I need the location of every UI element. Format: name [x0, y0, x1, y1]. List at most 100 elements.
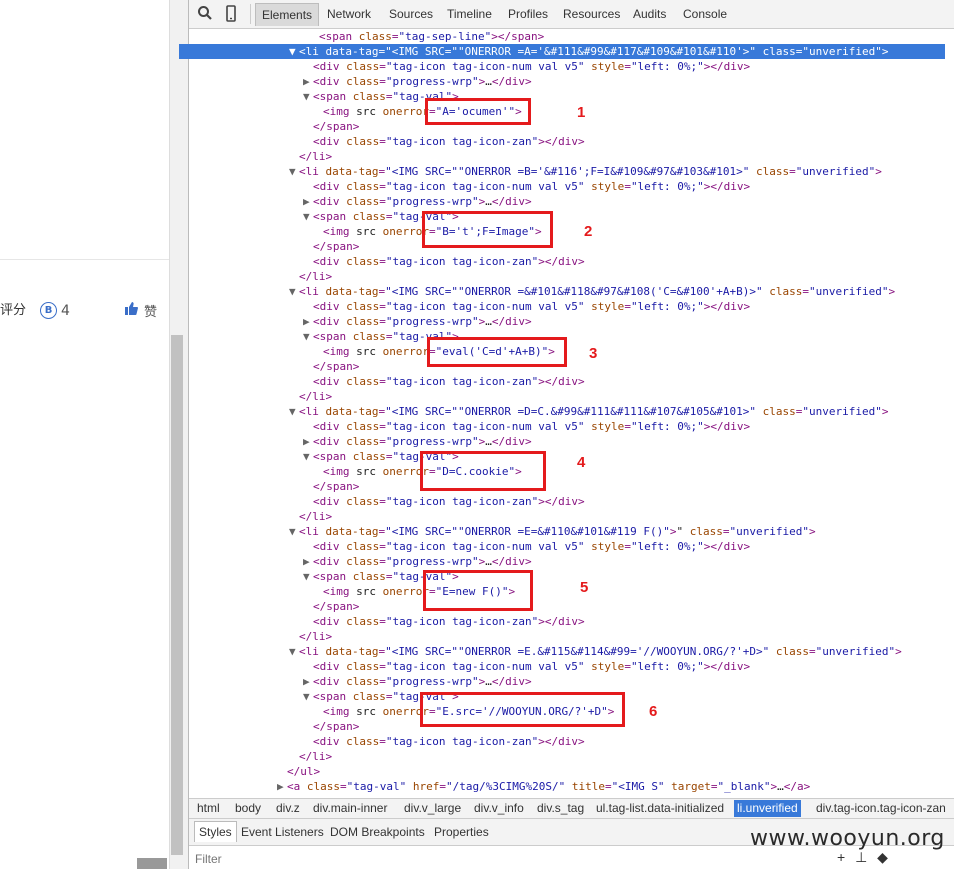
dom-node-line[interactable]: ▶</li>	[179, 389, 945, 404]
dom-node-line[interactable]: ▶</li>	[179, 509, 945, 524]
dom-node-line[interactable]: ▼ <li data-tag="<IMG SRC=""ONERROR =E.&#1…	[179, 644, 945, 659]
expand-toggle-icon[interactable]: ▼	[303, 449, 313, 464]
tab-console[interactable]: Console	[683, 7, 727, 21]
dom-node-line[interactable]: ▼ <li data-tag="<IMG SRC=""ONERROR =E=&#1…	[179, 524, 945, 539]
expand-toggle-icon[interactable]: ▼	[289, 524, 299, 539]
tab-timeline[interactable]: Timeline	[447, 7, 492, 21]
collapse-toggle-icon[interactable]: ▶	[303, 674, 313, 689]
diamond-icon[interactable]: ◆	[877, 849, 888, 865]
dom-node-line[interactable]: ▼ <span class="tag-val">	[179, 209, 945, 224]
expand-toggle-icon[interactable]: ▼	[303, 89, 313, 104]
dom-node-line[interactable]: ▶<img src onerror="D=C.cookie">	[179, 464, 945, 479]
expand-toggle-icon[interactable]: ▼	[289, 164, 299, 179]
dom-node-line[interactable]: ▶<div class="tag-icon tag-icon-zan"></di…	[179, 254, 945, 269]
dom-node-line[interactable]: ▶ <div class="progress-wrp">…</div>	[179, 74, 945, 89]
dom-node-line[interactable]: ▶<img src onerror="B='t';F=Image">	[179, 224, 945, 239]
dom-node-line[interactable]: ▼ <li data-tag="<IMG SRC=""ONERROR =A='&#…	[179, 44, 945, 59]
dom-node-line[interactable]: ▶</li>	[179, 629, 945, 644]
collapse-toggle-icon[interactable]: ▶	[277, 779, 287, 794]
collapse-toggle-icon[interactable]: ▶	[303, 554, 313, 569]
dom-node-line[interactable]: ▶<div class="tag-icon tag-icon-zan"></di…	[179, 734, 945, 749]
dom-node-line[interactable]: ▶<div class="tag-icon tag-icon-num val v…	[179, 59, 945, 74]
thumbs-up-icon[interactable]	[124, 302, 138, 319]
dom-node-line[interactable]: ▶</span>	[179, 119, 945, 134]
breadcrumb-main-inner[interactable]: div.main-inner	[313, 801, 387, 815]
breadcrumb-s-tag[interactable]: div.s_tag	[537, 801, 584, 815]
dom-node-line[interactable]: ▼ <span class="tag-val">	[179, 569, 945, 584]
dom-node-line[interactable]: ▼ <span class="tag-val">	[179, 89, 945, 104]
filter-input[interactable]	[193, 851, 497, 867]
pin-icon[interactable]: ⊥	[855, 849, 867, 865]
dom-node-line[interactable]: ▶<div class="tag-icon tag-icon-zan"></di…	[179, 134, 945, 149]
dom-node-line[interactable]: ▶<div class="tag-icon tag-icon-num val v…	[179, 539, 945, 554]
dom-node-line[interactable]: ▶<div class="tag-icon tag-icon-zan"></di…	[179, 494, 945, 509]
dom-node-line[interactable]: ▶</span>	[179, 479, 945, 494]
dom-node-line[interactable]: ▼ <li data-tag="<IMG SRC=""ONERROR =B='&#…	[179, 164, 945, 179]
dom-node-line[interactable]: ▶ <div class="progress-wrp">…</div>	[179, 554, 945, 569]
expand-toggle-icon[interactable]: ▼	[303, 689, 313, 704]
dom-node-line[interactable]: ▶<div class="tag-icon tag-icon-num val v…	[179, 659, 945, 674]
expand-toggle-icon[interactable]: ▼	[289, 404, 299, 419]
dom-node-line[interactable]: ▼ <span class="tag-val">	[179, 449, 945, 464]
breadcrumb-tag-list[interactable]: ul.tag-list.data-initialized	[596, 801, 724, 815]
tab-audits[interactable]: Audits	[633, 7, 666, 21]
dom-tree[interactable]: ▶<span class="tag-sep-line"></span>▼<li …	[179, 28, 954, 798]
device-mode-icon[interactable]	[223, 5, 241, 23]
dom-node-line[interactable]: ▶ <div class="progress-wrp">…</div>	[179, 194, 945, 209]
tab-resources[interactable]: Resources	[563, 7, 620, 21]
expand-toggle-icon[interactable]: ▼	[303, 209, 313, 224]
collapse-toggle-icon[interactable]: ▶	[303, 74, 313, 89]
dom-node-line[interactable]: ▶ <div class="progress-wrp">…</div>	[179, 434, 945, 449]
tab-styles[interactable]: Styles	[194, 821, 237, 842]
collapse-toggle-icon[interactable]: ▶	[303, 194, 313, 209]
dom-node-line[interactable]: ▶<div class="tag-icon tag-icon-zan"></di…	[179, 614, 945, 629]
tab-sources[interactable]: Sources	[389, 7, 433, 21]
breadcrumb-li-unverified[interactable]: li.unverified	[734, 800, 801, 817]
tab-properties[interactable]: Properties	[434, 825, 489, 839]
tab-profiles[interactable]: Profiles	[508, 7, 548, 21]
breadcrumb-div-z[interactable]: div.z	[276, 801, 300, 815]
dom-node-line[interactable]: ▶</span>	[179, 239, 945, 254]
tab-network[interactable]: Network	[327, 7, 371, 21]
dom-node-line[interactable]: ▶<div class="tag-icon tag-icon-num val v…	[179, 179, 945, 194]
dom-node-line[interactable]: ▼ <li data-tag="<IMG SRC=""ONERROR =D=C.&…	[179, 404, 945, 419]
dom-node-line[interactable]: ▶<img src onerror="A='ocumen'">	[179, 104, 945, 119]
breadcrumb-v-large[interactable]: div.v_large	[404, 801, 461, 815]
expand-toggle-icon[interactable]: ▼	[289, 284, 299, 299]
add-rule-icon[interactable]: +	[837, 849, 845, 865]
expand-toggle-icon[interactable]: ▼	[289, 44, 299, 59]
breadcrumb-body[interactable]: body	[235, 801, 261, 815]
annotation-number: 2	[584, 223, 593, 240]
breadcrumb-html[interactable]: html	[197, 801, 220, 815]
dom-node-line[interactable]: ▶<div class="tag-icon tag-icon-num val v…	[179, 419, 945, 434]
dom-node-line[interactable]: ▶</li>	[179, 149, 945, 164]
dom-node-line[interactable]: ▶</li>	[179, 269, 945, 284]
breadcrumb-v-info[interactable]: div.v_info	[474, 801, 524, 815]
dom-node-line[interactable]: ▼ <li data-tag="<IMG SRC=""ONERROR =&#101…	[179, 284, 945, 299]
dom-node-line[interactable]: ▶<div class="tag-icon tag-icon-num val v…	[179, 299, 945, 314]
dom-node-line[interactable]: ▶</li>	[179, 749, 945, 764]
dom-node-line[interactable]: ▶ <div class="progress-wrp">…</div>	[179, 314, 945, 329]
content-divider	[0, 259, 169, 260]
expand-toggle-icon[interactable]: ▼	[289, 644, 299, 659]
annotation-number: 4	[577, 454, 586, 471]
dom-node-line[interactable]: ▶<div class="tag-icon tag-icon-zan"></di…	[179, 374, 945, 389]
dom-node-text: <li data-tag="<IMG SRC=""ONERROR =A='&#1…	[299, 45, 889, 58]
dom-node-line[interactable]: ▶ <div class="progress-wrp">…</div>	[179, 674, 945, 689]
collapse-toggle-icon[interactable]: ▶	[303, 314, 313, 329]
dom-node-text: <li data-tag="<IMG SRC=""ONERROR =&#101&…	[299, 285, 896, 298]
tab-dom-breakpoints[interactable]: DOM Breakpoints	[330, 825, 425, 839]
dom-node-line[interactable]: ▶</ul>	[179, 764, 945, 779]
dom-node-line[interactable]: ▶<img src onerror="E=new F()">	[179, 584, 945, 599]
tab-event-listeners[interactable]: Event Listeners	[241, 825, 324, 839]
collapse-toggle-icon[interactable]: ▶	[303, 434, 313, 449]
dom-node-line[interactable]: ▶</span>	[179, 599, 945, 614]
search-icon[interactable]	[197, 5, 215, 23]
like-label[interactable]: 赞	[144, 305, 157, 320]
expand-toggle-icon[interactable]: ▼	[303, 329, 313, 344]
expand-toggle-icon[interactable]: ▼	[303, 569, 313, 584]
tab-elements[interactable]: Elements	[255, 3, 320, 26]
dom-node-line[interactable]: ▶<span class="tag-sep-line"></span>	[179, 29, 945, 44]
dom-node-line[interactable]: ▶ <a class="tag-val" href="/tag/%3CIMG%20…	[179, 779, 945, 794]
breadcrumb-tag-icon-zan[interactable]: div.tag-icon.tag-icon-zan	[816, 801, 946, 815]
